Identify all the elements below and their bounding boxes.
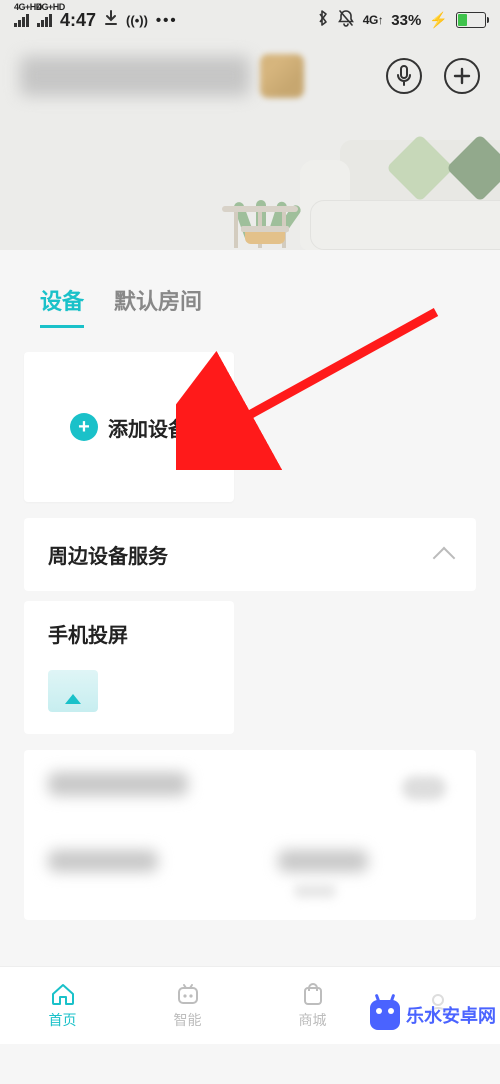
- microphone-icon: [396, 65, 412, 87]
- dnd-icon: [337, 9, 355, 31]
- blurred-card: [24, 750, 476, 920]
- blurred-heading: [48, 772, 188, 796]
- robot-icon: [174, 982, 202, 1006]
- tab-devices[interactable]: 设备: [40, 284, 84, 328]
- nav-home[interactable]: 首页: [0, 967, 125, 1044]
- blurred-text-2: [278, 850, 368, 872]
- watermark: 乐水安卓网: [370, 1000, 496, 1030]
- screen-cast-title: 手机投屏: [48, 619, 210, 648]
- voice-button[interactable]: [386, 58, 422, 94]
- home-icon: [49, 982, 77, 1006]
- avatar-blurred: [260, 54, 304, 98]
- peripheral-services-title: 周边设备服务: [48, 540, 168, 569]
- nav-smart-label: 智能: [174, 1010, 202, 1030]
- plus-circle-icon: +: [70, 413, 98, 441]
- content-area: + 添加设备 周边设备服务 手机投屏: [0, 338, 500, 934]
- charging-icon: ⚡: [429, 11, 448, 29]
- blurred-chip: [402, 776, 446, 800]
- page-title-blurred: [20, 56, 250, 96]
- screen-cast-card[interactable]: 手机投屏: [24, 601, 234, 734]
- decor-pot: [245, 226, 289, 244]
- watermark-text: 乐水安卓网: [406, 1002, 496, 1028]
- bluetooth-icon: [317, 9, 329, 31]
- status-bar: 4G+HD 4G+HD 4:47 ((•)) ••• 4G↑ 33% ⚡: [0, 0, 500, 40]
- battery-pct: 33%: [391, 12, 421, 29]
- signal-icon-1: 4G+HD: [14, 13, 29, 27]
- more-icon: •••: [156, 12, 178, 29]
- add-device-label: 添加设备: [108, 413, 188, 442]
- blurred-sub: [294, 884, 336, 898]
- nav-home-label: 首页: [49, 1010, 77, 1030]
- decor-sofa: [280, 120, 500, 250]
- clock: 4:47: [60, 10, 96, 31]
- nav-smart[interactable]: 智能: [125, 967, 250, 1044]
- bag-icon: [299, 982, 327, 1006]
- plus-icon: [453, 67, 471, 85]
- chevron-up-icon: [433, 546, 456, 569]
- blurred-text-1: [48, 850, 158, 872]
- download-icon: [104, 10, 118, 30]
- nav-mall-label: 商城: [299, 1010, 327, 1030]
- tab-bar: 设备 默认房间: [0, 250, 500, 338]
- add-button[interactable]: [444, 58, 480, 94]
- tab-default-room[interactable]: 默认房间: [114, 284, 202, 328]
- cast-icon: [48, 670, 98, 712]
- hero-banner: 4G+HD 4G+HD 4:47 ((•)) ••• 4G↑ 33% ⚡: [0, 0, 500, 250]
- watermark-logo-icon: [370, 1000, 400, 1030]
- battery-icon: [456, 12, 486, 28]
- signal-icon-2: 4G+HD: [37, 13, 52, 27]
- nav-mall[interactable]: 商城: [250, 967, 375, 1044]
- add-device-card[interactable]: + 添加设备: [24, 352, 234, 502]
- peripheral-services-card[interactable]: 周边设备服务: [24, 518, 476, 591]
- net-indicator: 4G↑: [363, 14, 384, 26]
- hotspot-icon: ((•)): [126, 13, 148, 28]
- net2-label: 4G+HD: [37, 3, 65, 12]
